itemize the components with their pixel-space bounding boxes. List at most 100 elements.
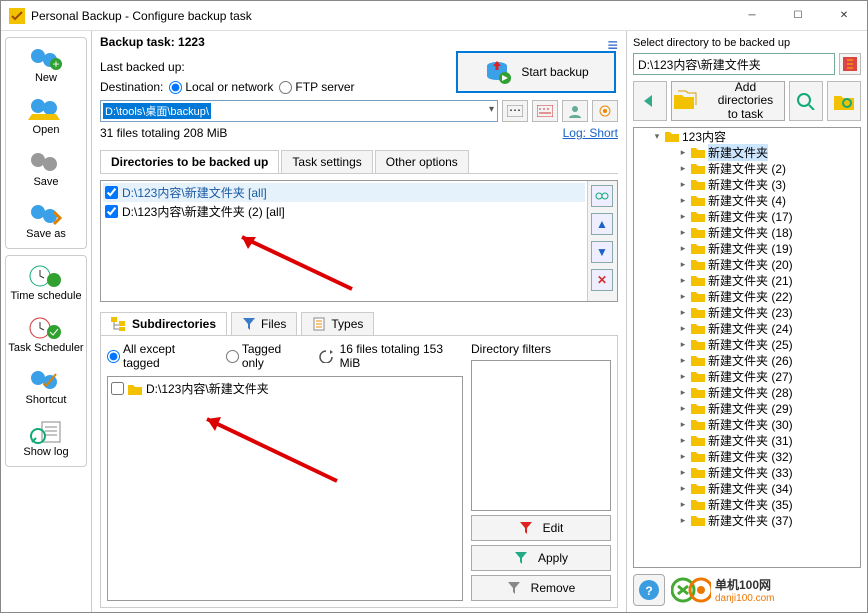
tree-node[interactable]: ▾123内容 — [634, 128, 860, 144]
search-button[interactable] — [789, 81, 823, 121]
tree-node[interactable]: ▸新建文件夹 (20) — [634, 256, 860, 272]
radio-ftp[interactable]: FTP server — [279, 80, 354, 94]
task-scheduler-button[interactable]: Task Scheduler — [8, 314, 84, 356]
directory-row[interactable]: D:\123内容\新建文件夹 (2) [all] — [103, 202, 585, 221]
btn-label: Apply — [538, 551, 568, 565]
tree-node[interactable]: ▸新建文件夹 (25) — [634, 336, 860, 352]
gear-icon — [597, 104, 613, 118]
folder-icon — [691, 418, 705, 430]
remove-button[interactable]: Remove — [471, 575, 611, 601]
directory-list[interactable]: D:\123内容\新建文件夹 [all] D:\123内容\新建文件夹 (2) … — [101, 181, 587, 301]
tree-node[interactable]: ▸新建文件夹 (2) — [634, 160, 860, 176]
apply-button[interactable]: Apply — [471, 545, 611, 571]
new-button[interactable]: + New — [8, 44, 84, 86]
edit-button[interactable]: Edit — [471, 515, 611, 541]
new-label: New — [35, 72, 57, 84]
search2-button[interactable] — [827, 81, 861, 121]
back-arrow-icon — [640, 93, 660, 109]
save-button[interactable]: Save — [8, 148, 84, 190]
right-path-input[interactable] — [633, 53, 835, 75]
tree-icon — [111, 317, 127, 331]
save-label: Save — [33, 176, 58, 188]
tree-node[interactable]: ▸新建文件夹 (37) — [634, 512, 860, 528]
show-log-button[interactable]: Show log — [8, 418, 84, 460]
tree-node[interactable]: ▸新建文件夹 (18) — [634, 224, 860, 240]
dropdown-icon[interactable]: ▾ — [489, 104, 494, 115]
add-folders-icon — [672, 89, 699, 113]
folder-tree[interactable]: ▾123内容▸新建文件夹▸新建文件夹 (2)▸新建文件夹 (3)▸新建文件夹 (… — [633, 127, 861, 568]
filter-list[interactable] — [471, 360, 611, 511]
time-schedule-button[interactable]: Time schedule — [8, 262, 84, 304]
locate-button[interactable] — [591, 185, 613, 207]
directory-row[interactable]: D:\123内容\新建文件夹 [all] — [103, 183, 585, 202]
funnel-edit-icon — [519, 521, 533, 535]
maximize-button[interactable]: ☐ — [775, 1, 821, 31]
tree-node[interactable]: ▸新建文件夹 (17) — [634, 208, 860, 224]
tree-node[interactable]: ▸新建文件夹 (28) — [634, 384, 860, 400]
clock-icon — [28, 264, 64, 288]
tree-node[interactable]: ▸新建文件夹 (29) — [634, 400, 860, 416]
tree-node[interactable]: ▸新建文件夹 (4) — [634, 192, 860, 208]
tree-node[interactable]: ▸新建文件夹 (33) — [634, 464, 860, 480]
tab-types[interactable]: Types — [301, 312, 374, 335]
move-up-button[interactable]: ▲ — [591, 213, 613, 235]
save-as-button[interactable]: Save as — [8, 200, 84, 242]
move-down-button[interactable]: ▼ — [591, 241, 613, 263]
tree-node[interactable]: ▸新建文件夹 (23) — [634, 304, 860, 320]
save-as-icon — [28, 202, 64, 226]
directory-checkbox[interactable] — [105, 186, 118, 199]
folder-icon — [691, 370, 705, 382]
back-button[interactable] — [633, 81, 667, 121]
tree-node[interactable]: ▸新建文件夹 (22) — [634, 288, 860, 304]
radio-all-except[interactable]: All except tagged — [107, 342, 212, 370]
tree-node[interactable]: ▸新建文件夹 (3) — [634, 176, 860, 192]
tree-node[interactable]: ▸新建文件夹 (19) — [634, 240, 860, 256]
remove-icon: ✕ — [597, 273, 607, 287]
tree-node[interactable]: ▸新建文件夹 (32) — [634, 448, 860, 464]
directory-checkbox[interactable] — [105, 205, 118, 218]
subtab-label: Subdirectories — [132, 317, 216, 331]
radio-tagged-only[interactable]: Tagged only — [226, 342, 304, 370]
tree-node[interactable]: ▸新建文件夹 (31) — [634, 432, 860, 448]
tab-subdirectories[interactable]: Subdirectories — [100, 312, 227, 335]
sidebar: + New Open Save Save as Time schedule — [1, 31, 91, 612]
history-button[interactable] — [839, 53, 861, 75]
subdirectory-list[interactable]: D:\123内容\新建文件夹 — [107, 376, 463, 601]
minimize-button[interactable]: ─ — [729, 1, 775, 31]
remove-dir-button[interactable]: ✕ — [591, 269, 613, 291]
dest-opt3-button[interactable] — [562, 100, 588, 122]
log-link[interactable]: Log: Short — [563, 126, 618, 140]
dest-opt2-button[interactable] — [532, 100, 558, 122]
open-button[interactable]: Open — [8, 96, 84, 138]
funnel-remove-icon — [507, 581, 521, 595]
task-label: Backup task: 1223 — [100, 35, 205, 49]
tree-node[interactable]: ▸新建文件夹 (35) — [634, 496, 860, 512]
close-button[interactable]: ✕ — [821, 1, 867, 31]
tree-node[interactable]: ▸新建文件夹 (21) — [634, 272, 860, 288]
brand-logo-icon — [671, 576, 711, 604]
refresh-icon[interactable] — [318, 349, 334, 363]
tab-other-options[interactable]: Other options — [375, 150, 469, 173]
file-stats: 31 files totaling 208 MiB — [100, 126, 227, 140]
subdir-checkbox[interactable] — [111, 382, 124, 395]
dest-opt1-button[interactable]: ⋯ — [502, 100, 528, 122]
radio-local[interactable]: Local or network — [169, 80, 273, 94]
add-directories-button[interactable]: Add directories to task — [671, 81, 785, 121]
dest-opt4-button[interactable] — [592, 100, 618, 122]
start-backup-button[interactable]: Start backup — [456, 51, 616, 93]
tree-node[interactable]: ▸新建文件夹 (30) — [634, 416, 860, 432]
tab-files[interactable]: Files — [231, 312, 297, 335]
tree-node[interactable]: ▸新建文件夹 (26) — [634, 352, 860, 368]
tree-node[interactable]: ▸新建文件夹 — [634, 144, 860, 160]
tree-node[interactable]: ▸新建文件夹 (27) — [634, 368, 860, 384]
tab-directories[interactable]: Directories to be backed up — [100, 150, 279, 173]
tab-task-settings[interactable]: Task settings — [281, 150, 372, 173]
sidebar-group-file: + New Open Save Save as — [5, 37, 87, 249]
folder-icon — [128, 383, 142, 395]
help-button[interactable]: ? — [633, 574, 665, 606]
tree-node[interactable]: ▸新建文件夹 (24) — [634, 320, 860, 336]
tree-node[interactable]: ▸新建文件夹 (34) — [634, 480, 860, 496]
shortcut-button[interactable]: Shortcut — [8, 366, 84, 408]
subdir-row[interactable]: D:\123内容\新建文件夹 — [110, 379, 460, 398]
btn-label: Edit — [543, 521, 564, 535]
